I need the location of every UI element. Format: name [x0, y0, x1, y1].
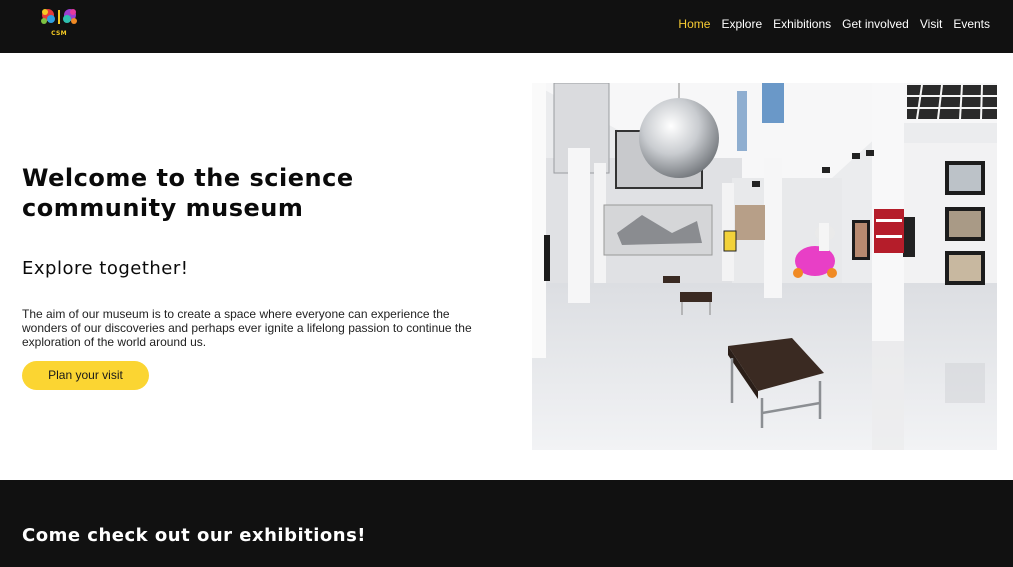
- butterfly-logo-icon: [41, 9, 77, 24]
- hero-title: Welcome to the science community museum: [22, 164, 354, 222]
- hero-subtitle: Explore together!: [22, 258, 189, 279]
- nav-home[interactable]: Home: [678, 17, 710, 31]
- csm-logo[interactable]: CSM: [36, 6, 82, 40]
- nav-explore[interactable]: Explore: [721, 17, 762, 31]
- nav-events[interactable]: Events: [953, 17, 990, 31]
- logo-text: CSM: [51, 30, 67, 37]
- nav-visit[interactable]: Visit: [920, 17, 942, 31]
- hero-description: The aim of our museum is to create a spa…: [22, 307, 472, 349]
- exhibitions-section: Come check out our exhibitions!: [0, 480, 1013, 567]
- nav-get-involved[interactable]: Get involved: [842, 17, 909, 31]
- nav-exhibitions[interactable]: Exhibitions: [773, 17, 831, 31]
- exhibitions-heading: Come check out our exhibitions!: [22, 525, 367, 546]
- main-nav: Home Explore Exhibitions Get involved Vi…: [678, 17, 990, 31]
- plan-visit-button[interactable]: Plan your visit: [22, 361, 149, 390]
- site-header: CSM Home Explore Exhibitions Get involve…: [0, 0, 1013, 53]
- museum-gallery-image: [532, 83, 997, 450]
- museum-hall-illustration: [532, 83, 997, 450]
